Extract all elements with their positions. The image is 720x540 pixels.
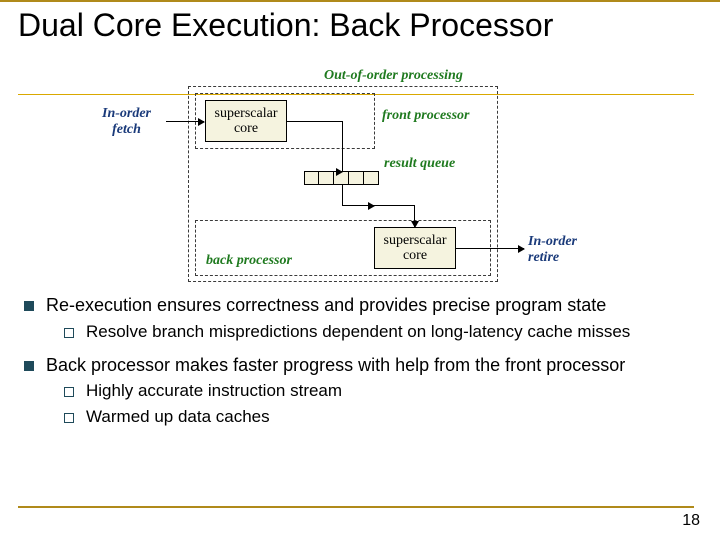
- bullet-1: Re-execution ensures correctness and pro…: [24, 294, 696, 317]
- line-queue-down: [342, 185, 343, 205]
- bullet-square-icon: [24, 361, 34, 371]
- bullet-subsquare-icon: [64, 413, 74, 423]
- arrow-queue-to-backcore: [342, 205, 374, 206]
- bullet-text: Back processor makes faster progress wit…: [46, 354, 625, 377]
- core-box-back: superscalar core: [374, 227, 456, 269]
- fetch-label: In-order fetch: [102, 106, 151, 138]
- bullet-list: Re-execution ensures correctness and pro…: [24, 294, 696, 431]
- bullet-1-1: Resolve branch mispredictions dependent …: [64, 321, 696, 342]
- bullet-2-1: Highly accurate instruction stream: [64, 380, 696, 401]
- bullet-subtext: Warmed up data caches: [86, 406, 270, 427]
- front-processor-label: front processor: [382, 108, 470, 124]
- arrow-fetch-to-core: [166, 121, 204, 122]
- arrow-into-backcore: [414, 205, 415, 227]
- result-queue-label: result queue: [384, 156, 455, 172]
- slide: Dual Core Execution: Back Processor Out-…: [0, 0, 720, 540]
- ooo-processing-label: Out-of-order processing: [324, 68, 463, 84]
- line-queue-across: [374, 205, 414, 206]
- bullet-subsquare-icon: [64, 387, 74, 397]
- bullet-2: Back processor makes faster progress wit…: [24, 354, 696, 377]
- bullet-2-2: Warmed up data caches: [64, 406, 696, 427]
- core-box-front: superscalar core: [205, 100, 287, 142]
- diagram: Out-of-order processing superscalar core…: [104, 78, 664, 288]
- arrow-backcore-to-retire: [456, 248, 524, 249]
- line-core-to-queue-h: [287, 121, 342, 122]
- footer-rule: [18, 506, 694, 508]
- bullet-text: Re-execution ensures correctness and pro…: [46, 294, 606, 317]
- bullet-subtext: Highly accurate instruction stream: [86, 380, 342, 401]
- bullet-square-icon: [24, 301, 34, 311]
- bullet-subsquare-icon: [64, 328, 74, 338]
- page-number: 18: [682, 512, 700, 530]
- line-core-to-queue-v: [342, 121, 343, 171]
- retire-label: In-order retire: [528, 234, 577, 266]
- back-processor-label: back processor: [206, 253, 292, 269]
- slide-title: Dual Core Execution: Back Processor: [18, 6, 678, 44]
- bullet-subtext: Resolve branch mispredictions dependent …: [86, 321, 630, 342]
